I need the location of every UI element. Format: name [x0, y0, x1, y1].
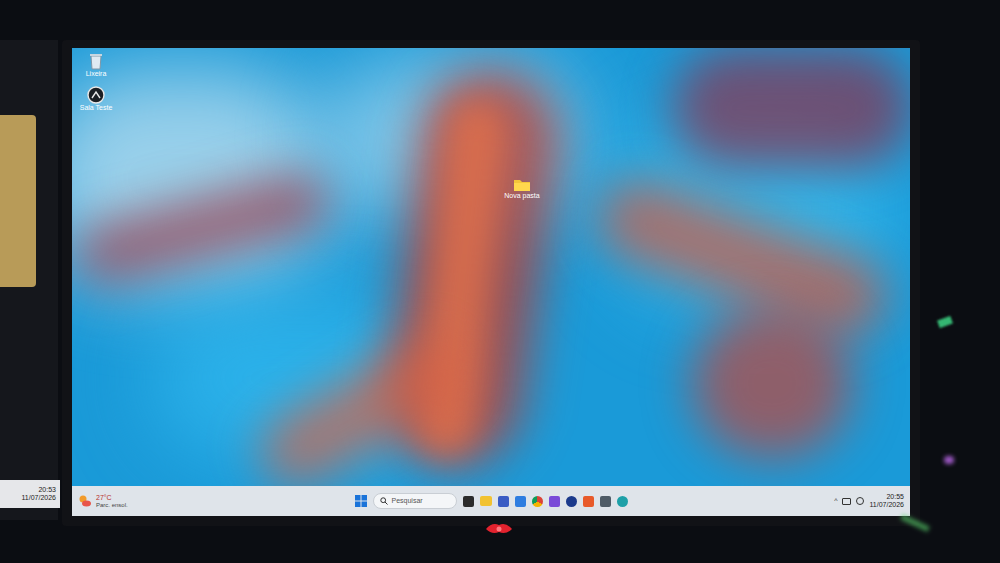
system-tray: ^ 20:55 11/07/2026 — [628, 493, 905, 508]
side-clock: 20:53 11/07/2026 — [0, 480, 60, 508]
folder-label: Nova pasta — [504, 192, 539, 200]
edge-icon[interactable] — [617, 496, 628, 507]
side-window — [0, 115, 36, 287]
app-icon[interactable] — [600, 496, 611, 507]
weather-temp: 27°C — [96, 494, 128, 502]
monitor-icon[interactable] — [842, 498, 851, 505]
rog-logo-icon — [484, 522, 514, 536]
app-icon — [87, 86, 105, 104]
steam-icon[interactable] — [566, 496, 577, 507]
folder-icon — [513, 178, 531, 192]
photo: 20:53 11/07/2026 — [0, 0, 1000, 563]
search-placeholder: Pesquisar — [392, 496, 423, 507]
chrome-icon[interactable] — [532, 496, 543, 507]
icon-label: Lixeira — [86, 70, 107, 78]
side-date: 11/07/2026 — [21, 494, 56, 502]
app-icon[interactable] — [515, 496, 526, 507]
side-time: 20:53 — [38, 486, 56, 494]
taskbar: 27°C Parc. ensol. Pesquisar — [72, 486, 910, 516]
weather-icon — [78, 494, 92, 508]
volume-icon[interactable] — [856, 497, 864, 505]
desktop-icon[interactable]: Sala Teste — [76, 86, 116, 112]
desktop-icon[interactable]: Lixeira — [76, 52, 116, 78]
weather-condition: Parc. ensol. — [96, 502, 128, 509]
desktop-icons: Lixeira Sala Teste — [76, 52, 116, 111]
clock[interactable]: 20:55 11/07/2026 — [869, 493, 904, 508]
app-icon[interactable] — [549, 496, 560, 507]
screen: Lixeira Sala Teste Nova pasta — [72, 48, 910, 516]
desktop-folder[interactable]: Nova pasta — [500, 178, 544, 200]
explorer-icon[interactable] — [480, 496, 492, 506]
clock-date: 11/07/2026 — [869, 501, 904, 509]
search-box[interactable]: Pesquisar — [373, 493, 457, 509]
clock-time: 20:55 — [886, 493, 904, 501]
windows-logo-icon[interactable] — [355, 495, 367, 507]
icon-label: Sala Teste — [80, 104, 113, 112]
wallpaper: Lixeira Sala Teste Nova pasta — [72, 48, 910, 486]
task-view-icon[interactable] — [463, 496, 474, 507]
mouse-light — [944, 456, 954, 464]
recycle-bin-icon — [88, 52, 104, 70]
keyboard-light — [937, 316, 953, 328]
app-icon[interactable] — [583, 496, 594, 507]
search-icon — [380, 497, 388, 505]
taskbar-center: Pesquisar — [355, 493, 628, 509]
app-icon[interactable] — [498, 496, 509, 507]
weather-widget[interactable]: 27°C Parc. ensol. — [78, 494, 355, 508]
